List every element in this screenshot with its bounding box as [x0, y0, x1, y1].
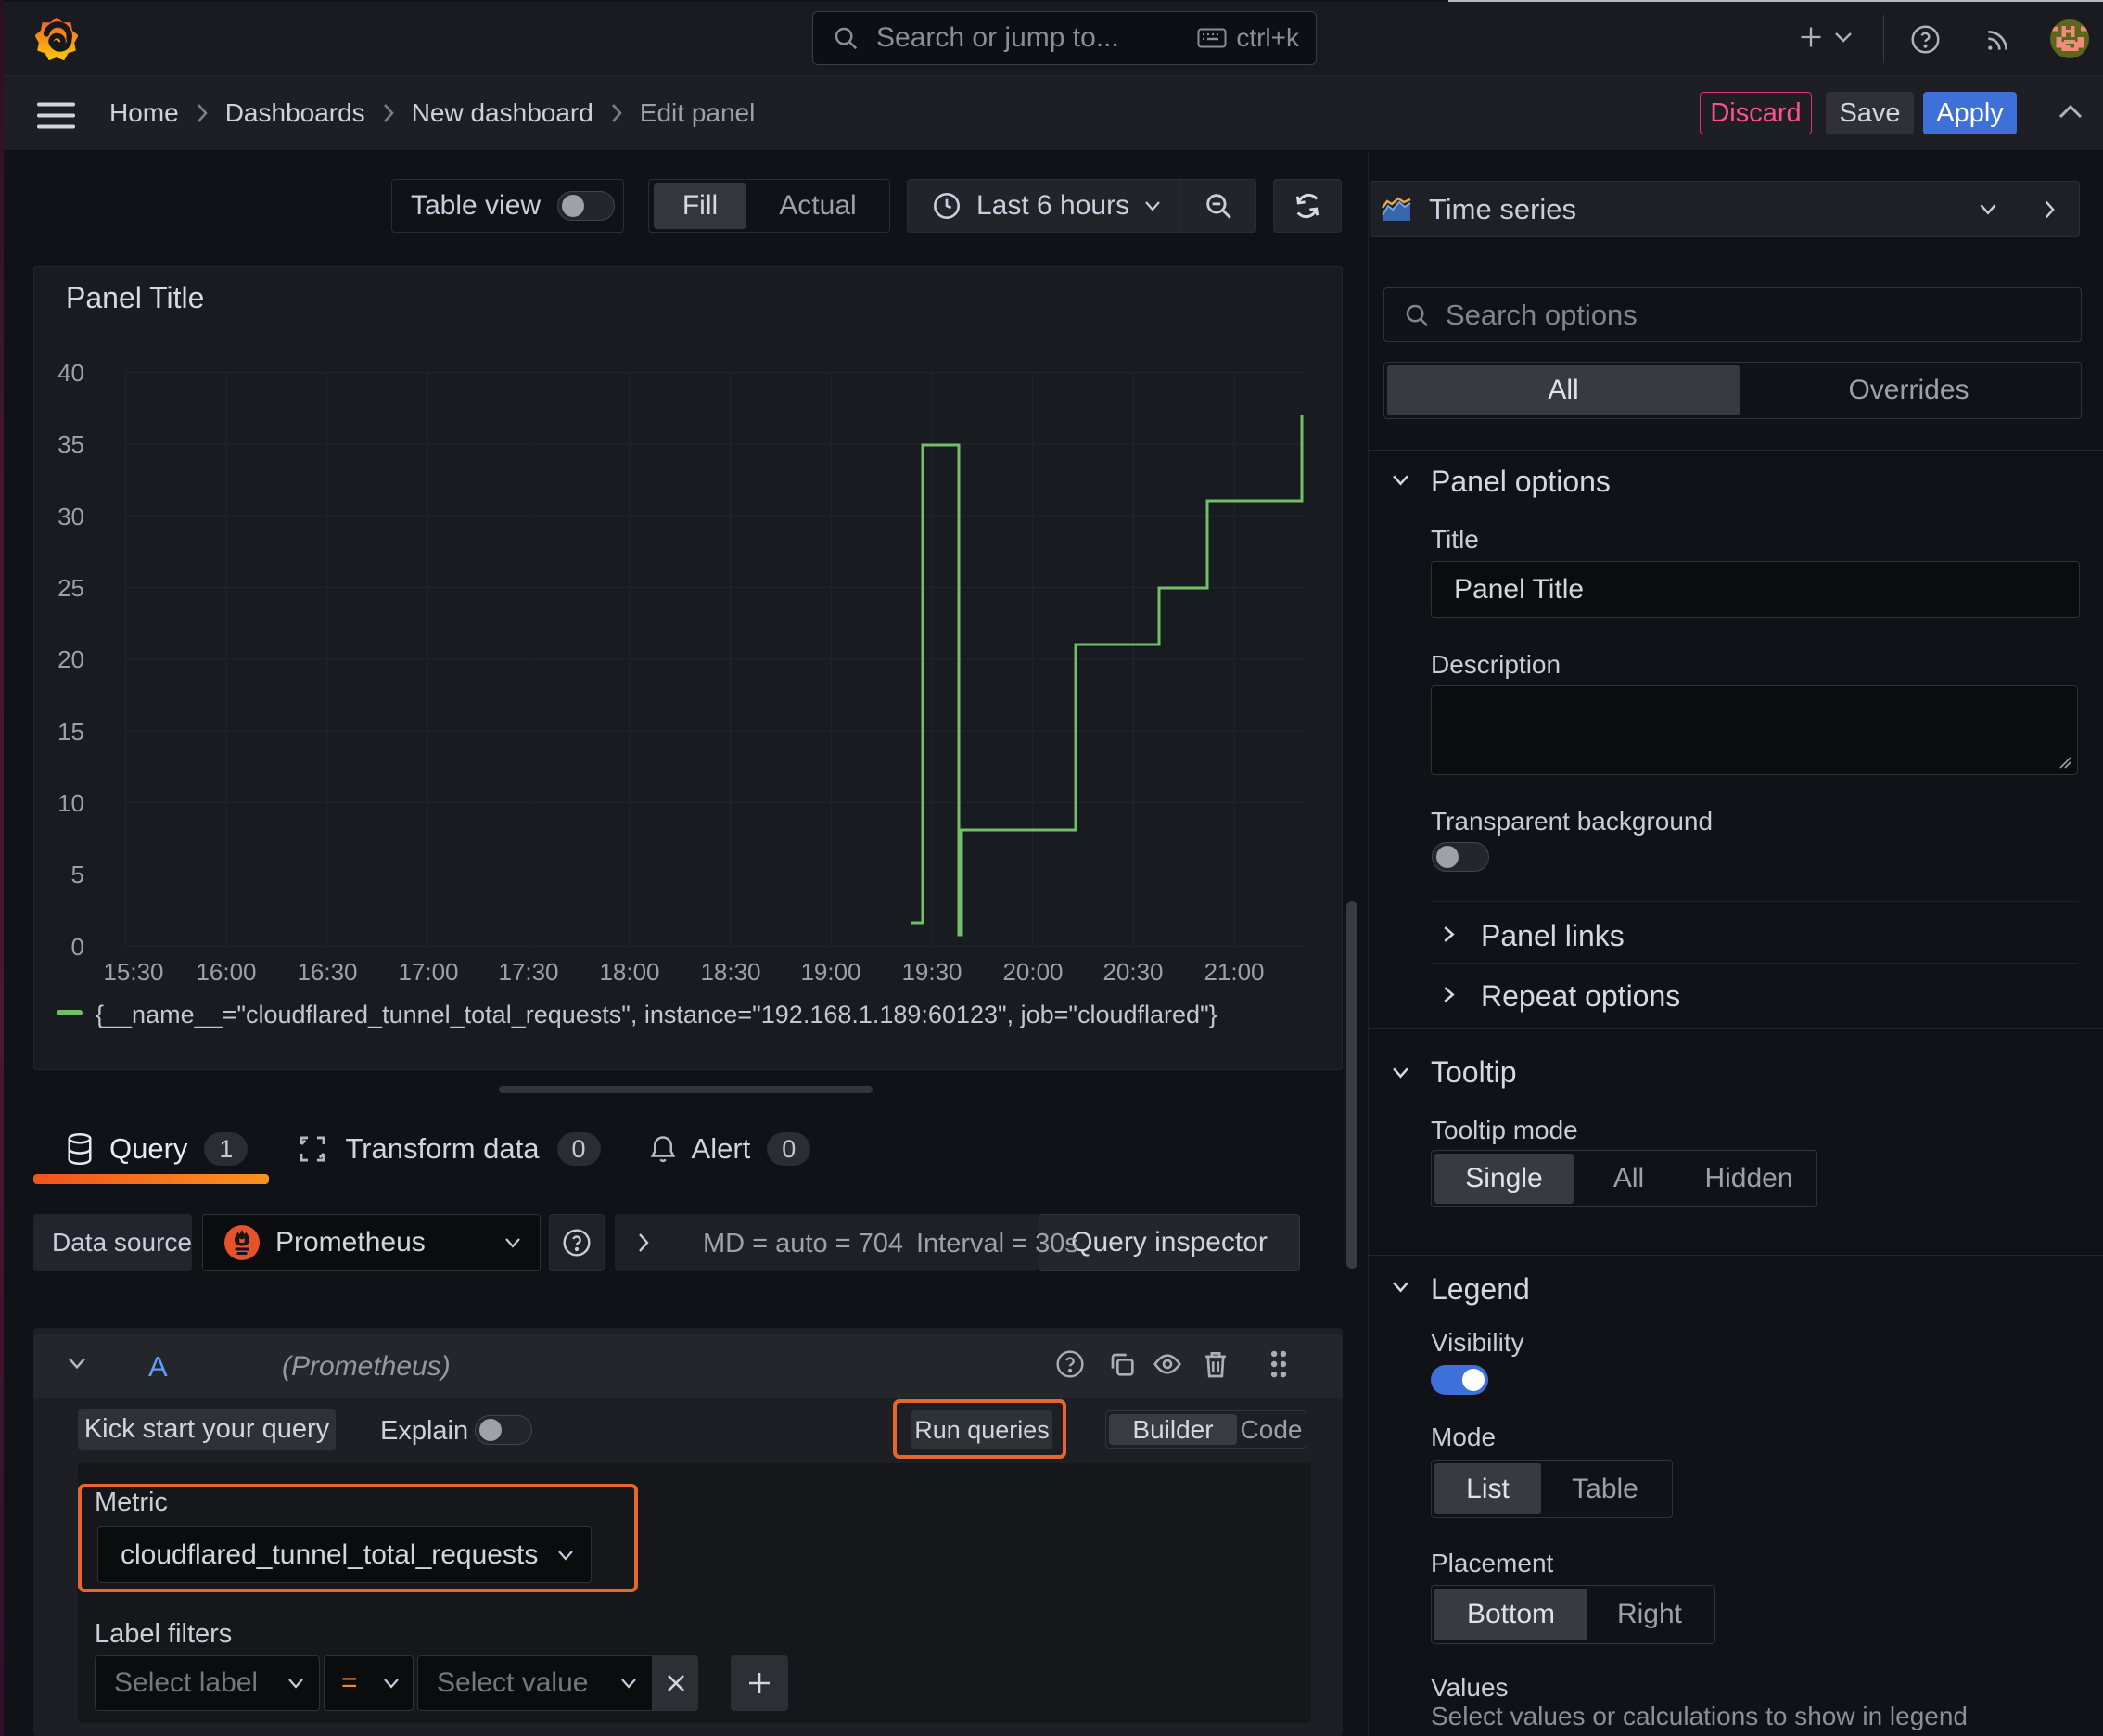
svg-text:19:30: 19:30	[901, 958, 962, 986]
svg-text:20: 20	[57, 645, 84, 673]
svg-text:20:30: 20:30	[1102, 958, 1163, 986]
svg-text:16:30: 16:30	[297, 958, 357, 986]
svg-text:0: 0	[71, 933, 84, 961]
svg-text:18:00: 18:00	[599, 958, 659, 986]
svg-text:30: 30	[57, 503, 84, 530]
svg-text:15:30: 15:30	[103, 958, 163, 986]
svg-text:18:30: 18:30	[700, 958, 760, 986]
svg-text:{__name__="cloudflared_tunnel_: {__name__="cloudflared_tunnel_total_requ…	[96, 1001, 1217, 1028]
svg-text:15: 15	[57, 718, 84, 746]
svg-text:17:00: 17:00	[398, 958, 458, 986]
svg-text:25: 25	[57, 574, 84, 602]
svg-text:35: 35	[57, 430, 84, 458]
svg-text:21:00: 21:00	[1204, 958, 1264, 986]
svg-text:19:00: 19:00	[800, 958, 860, 986]
svg-text:10: 10	[57, 789, 84, 817]
svg-text:16:00: 16:00	[196, 958, 256, 986]
svg-text:5: 5	[71, 861, 84, 888]
svg-text:40: 40	[57, 359, 84, 387]
svg-text:20:00: 20:00	[1002, 958, 1063, 986]
svg-text:17:30: 17:30	[498, 958, 558, 986]
